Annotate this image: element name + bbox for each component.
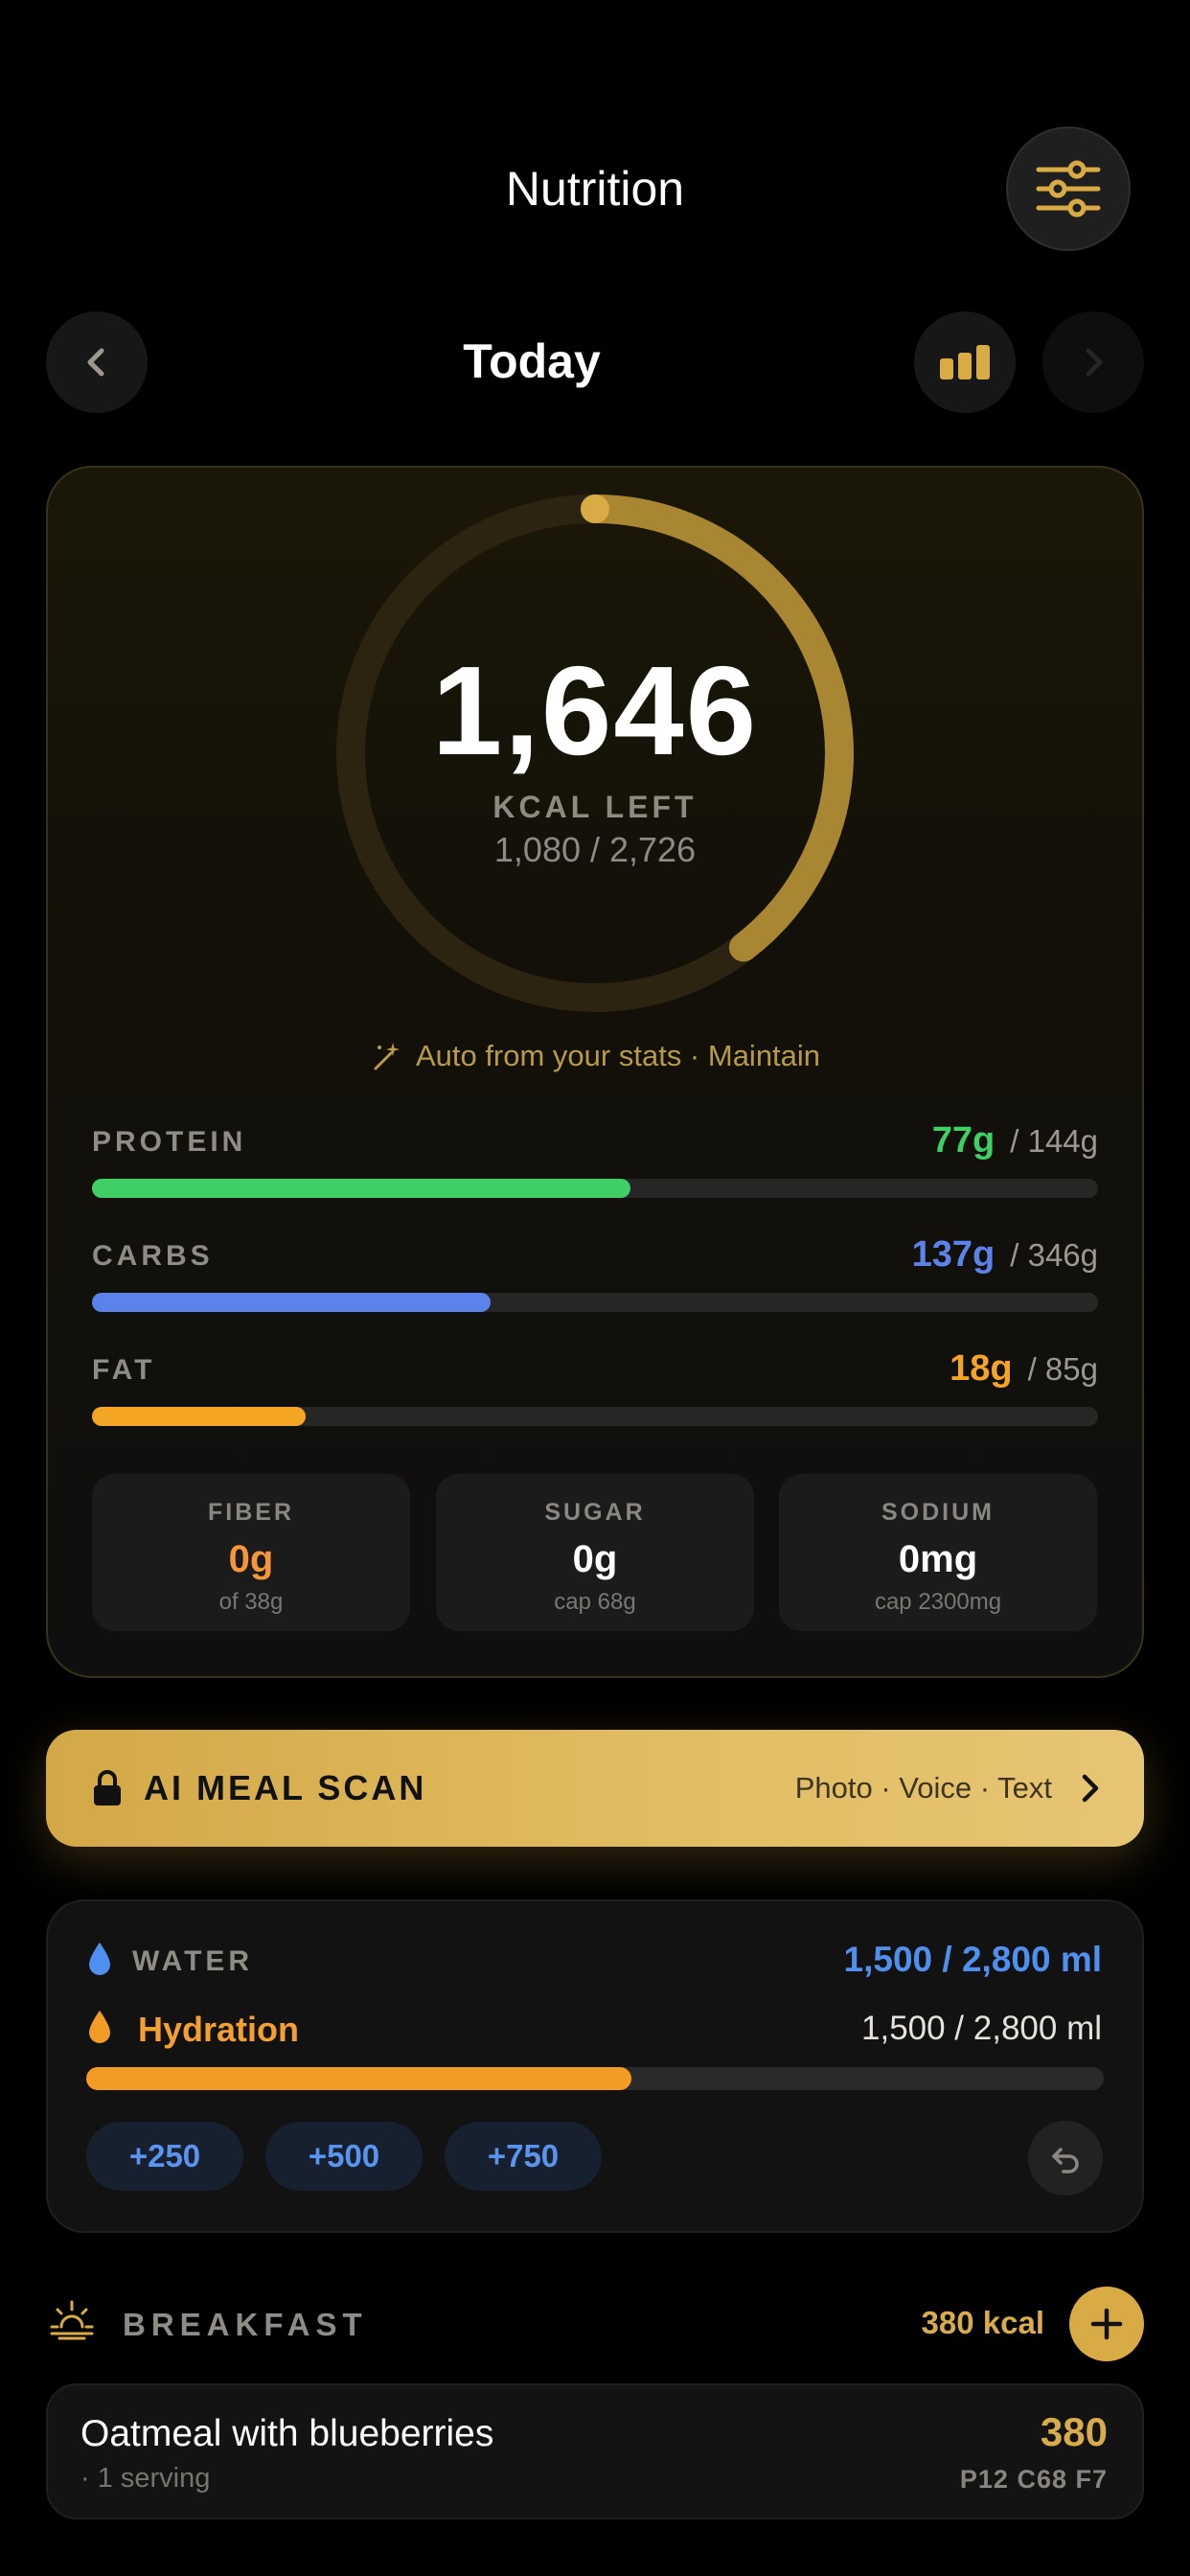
meal-kcal: 380 [1040,2409,1108,2454]
fiber-card: FIBER 0g of 38g [92,1474,410,1631]
next-day-button[interactable] [1042,311,1144,413]
fat-label: FAT [92,1354,156,1386]
fiber-goal: of 38g [218,1589,284,1615]
hydration-progress-fill [86,2067,632,2090]
sunrise-icon [50,2300,94,2340]
kcal-left-value: 1,646 [431,640,759,781]
stats-button[interactable] [914,311,1016,413]
meal-macros: P12 C68 F7 [959,2465,1108,2494]
protein-current: 77g [931,1120,995,1161]
sugar-card: SUGAR 0g cap 68g [436,1474,754,1631]
carbs-current: 137g [911,1234,995,1275]
sodium-card: SODIUM 0mg cap 2300mg [779,1474,1097,1631]
carbs-label: CARBS [92,1240,214,1272]
meal-name: Oatmeal with blueberries [80,2413,494,2454]
protein-amount: 77g / 144g [932,1120,1098,1162]
sugar-title: SUGAR [544,1499,646,1526]
auto-goal-note: Auto from your stats · Maintain [0,1039,1190,1073]
bar-chart-icon [940,345,990,380]
protein-progress-bar [92,1179,1098,1198]
protein-goal: / 144g [1010,1123,1098,1159]
fat-progress-fill [92,1407,306,1426]
water-total: 1,500 / 2,800 ml [843,1940,1102,1979]
sugar-cap: cap 68g [554,1589,636,1615]
undo-water-button[interactable] [1028,2121,1103,2196]
ai-meal-scan-title: AI MEAL SCAN [144,1768,427,1807]
auto-goal-text: Auto from your stats · Maintain [415,1039,821,1072]
sugar-value: 0g [572,1538,618,1580]
sliders-icon [1036,160,1101,218]
water-drop-icon [89,1943,110,1975]
day-label: Today [463,334,601,388]
fiber-title: FIBER [208,1499,294,1526]
protein-progress-fill [92,1179,630,1198]
hydration-progress-bar [86,2067,1104,2090]
hydration-drop-icon [89,2011,110,2043]
settings-button[interactable] [1006,126,1131,251]
breakfast-kcal: 380 kcal [921,2305,1044,2340]
sodium-title: SODIUM [881,1499,995,1526]
kcal-left-label: KCAL LEFT [492,790,698,824]
magic-wand-icon [374,1043,400,1070]
water-title: WATER [132,1945,254,1977]
add-water-750-button[interactable]: +750 [445,2122,602,2191]
chevron-right-icon [1082,1774,1099,1803]
lock-icon [94,1770,121,1806]
add-water-250-button[interactable]: +250 [86,2122,243,2191]
carbs-amount: 137g / 346g [912,1234,1098,1276]
fat-progress-bar [92,1407,1098,1426]
sodium-cap: cap 2300mg [874,1589,1002,1615]
hydration-label: Hydration [138,2010,300,2049]
kcal-consumed-of-goal: 1,080 / 2,726 [493,830,697,869]
chevron-right-icon [1086,348,1103,377]
add-breakfast-button[interactable] [1069,2287,1144,2361]
ai-meal-scan-options: Photo · Voice · Text [794,1771,1052,1805]
hydration-total: 1,500 / 2,800 ml [861,2010,1102,2047]
meal-serving: · 1 serving [80,2463,211,2494]
fat-goal: / 85g [1027,1351,1098,1387]
carbs-progress-fill [92,1293,491,1312]
plus-icon [1090,2308,1123,2340]
fiber-value: 0g [228,1538,274,1580]
undo-icon [1052,2148,1079,2174]
fat-amount: 18g / 85g [950,1348,1098,1390]
carbs-progress-bar [92,1293,1098,1312]
breakfast-title: BREAKFAST [123,2307,368,2342]
protein-label: PROTEIN [92,1126,247,1158]
fat-current: 18g [950,1348,1013,1389]
carbs-goal: / 346g [1010,1237,1098,1273]
sodium-value: 0mg [898,1538,978,1580]
add-water-500-button[interactable]: +500 [265,2122,423,2191]
ai-meal-scan-button[interactable]: AI MEAL SCAN Photo · Voice · Text [46,1730,1144,1847]
